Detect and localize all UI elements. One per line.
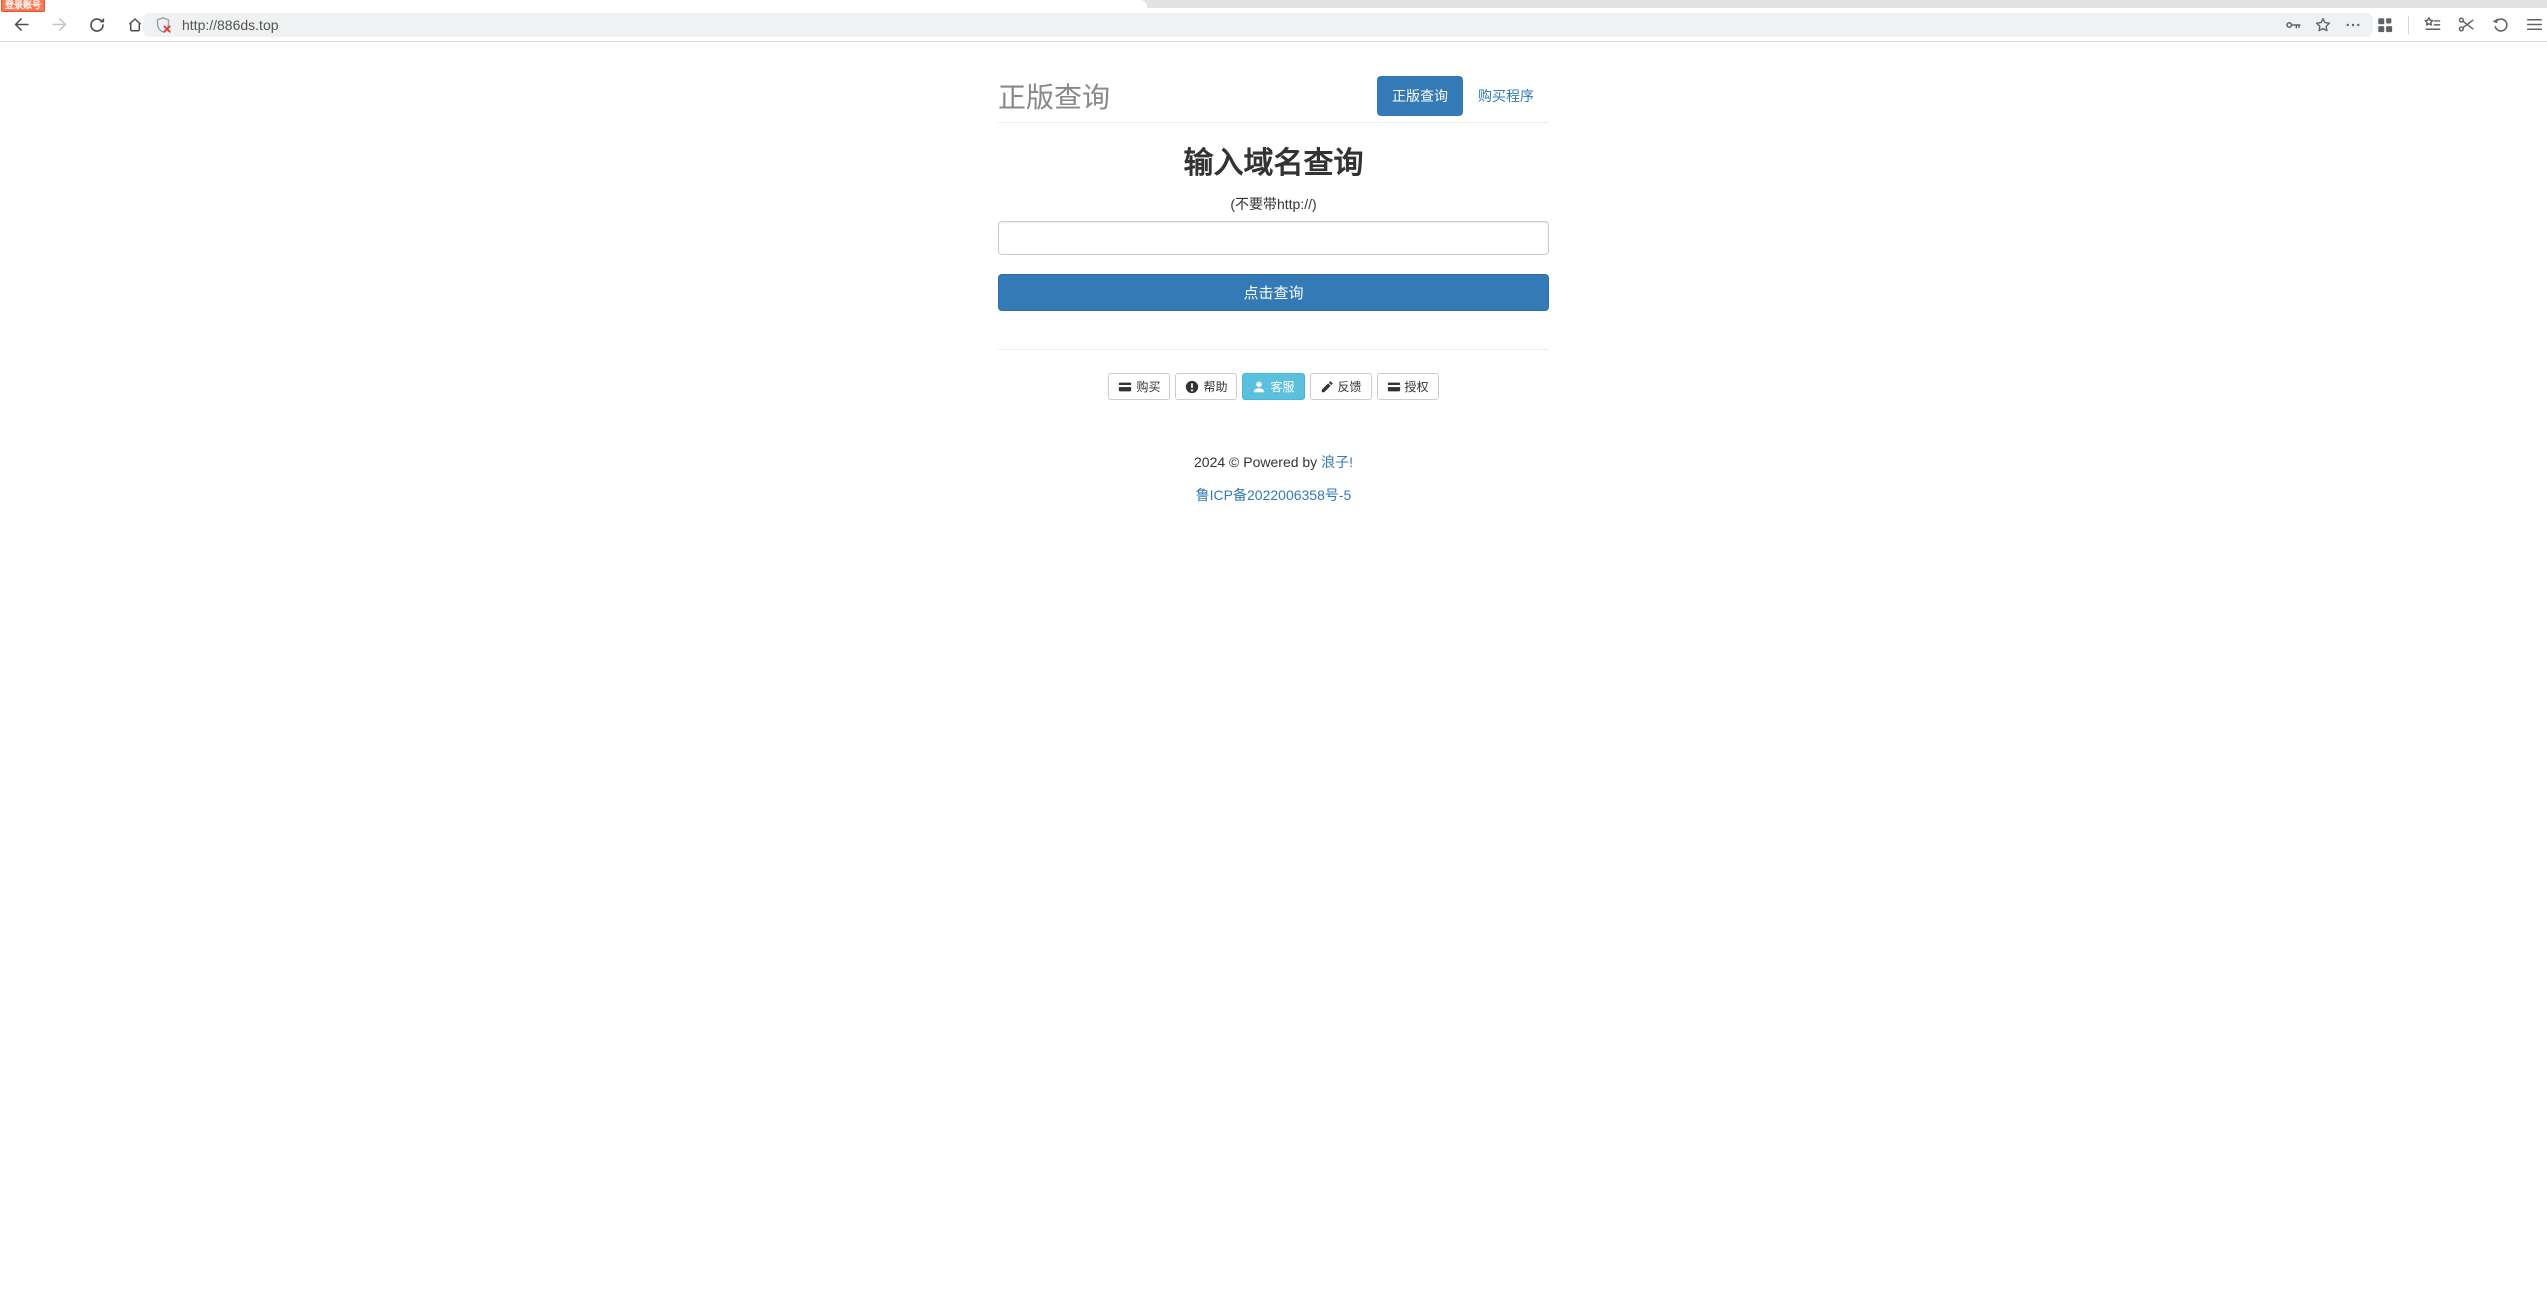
reload-icon[interactable] bbox=[86, 14, 108, 36]
undo-icon[interactable] bbox=[2489, 14, 2511, 36]
site-insecure-shield-icon[interactable] bbox=[152, 14, 174, 36]
credit-card-icon bbox=[1387, 380, 1401, 394]
login-account-badge[interactable]: 登录账号 bbox=[1, 0, 45, 12]
nav-pills: 正版查询 购买程序 bbox=[1377, 76, 1549, 116]
bookmark-star-icon[interactable] bbox=[2312, 14, 2334, 36]
author-link[interactable]: 浪子! bbox=[1321, 454, 1353, 470]
credit-card-icon bbox=[1118, 380, 1132, 394]
form-heading: 输入域名查询 bbox=[998, 138, 1549, 182]
buy-button[interactable]: 购买 bbox=[1108, 373, 1170, 400]
authorization-label: 授权 bbox=[1405, 378, 1429, 395]
more-options-icon[interactable] bbox=[2342, 14, 2364, 36]
authorization-button[interactable]: 授权 bbox=[1377, 373, 1439, 400]
customer-service-label: 客服 bbox=[1270, 378, 1294, 395]
browser-window: 登录账号 http://886ds.top bbox=[0, 0, 2547, 42]
tab-strip: 登录账号 bbox=[0, 0, 2547, 8]
help-button[interactable]: 帮助 bbox=[1175, 373, 1237, 400]
url-text[interactable]: http://886ds.top bbox=[182, 17, 279, 33]
header-divider bbox=[998, 122, 1549, 123]
tab-genuine-query[interactable]: 正版查询 bbox=[1377, 76, 1463, 116]
page-header: 正版查询 正版查询 购买程序 bbox=[998, 76, 1549, 116]
footer-powered: 2024 © Powered by 浪子! bbox=[998, 452, 1549, 472]
page-content: 正版查询 正版查询 购买程序 输入域名查询 (不要带http://) 点击查询 … bbox=[0, 42, 2547, 505]
help-label: 帮助 bbox=[1203, 378, 1227, 395]
active-tab[interactable] bbox=[0, 0, 1147, 8]
form-hint: (不要带http://) bbox=[998, 194, 1549, 214]
address-bar[interactable]: http://886ds.top bbox=[143, 13, 2373, 37]
feedback-label: 反馈 bbox=[1338, 378, 1362, 395]
action-button-row: 购买 帮助 客服 反馈 bbox=[998, 373, 1549, 400]
password-key-icon[interactable] bbox=[2282, 14, 2304, 36]
pencil-icon bbox=[1320, 380, 1334, 394]
user-icon bbox=[1252, 380, 1266, 394]
apps-grid-icon[interactable] bbox=[2374, 14, 2396, 36]
exclamation-circle-icon bbox=[1185, 380, 1199, 394]
forward-icon[interactable] bbox=[48, 14, 70, 36]
back-icon[interactable] bbox=[10, 14, 32, 36]
icp-link[interactable]: 鲁ICP备2022006358号-5 bbox=[1196, 487, 1352, 503]
query-button[interactable]: 点击查询 bbox=[998, 274, 1549, 311]
toolbar-nav-buttons bbox=[10, 8, 146, 41]
tab-buy-program[interactable]: 购买程序 bbox=[1463, 76, 1549, 116]
toolbar-divider bbox=[2408, 16, 2409, 34]
domain-input[interactable] bbox=[998, 221, 1549, 255]
content-divider bbox=[998, 349, 1549, 350]
page-title: 正版查询 bbox=[998, 76, 1110, 116]
buy-label: 购买 bbox=[1136, 378, 1160, 395]
main-container: 正版查询 正版查询 购买程序 输入域名查询 (不要带http://) 点击查询 … bbox=[998, 76, 1549, 505]
screenshot-scissors-icon[interactable] bbox=[2455, 14, 2477, 36]
browser-toolbar: http://886ds.top bbox=[0, 8, 2547, 41]
feedback-button[interactable]: 反馈 bbox=[1310, 373, 1372, 400]
menu-icon[interactable] bbox=[2523, 14, 2545, 36]
favorites-list-icon[interactable] bbox=[2421, 14, 2443, 36]
powered-text: 2024 © Powered by bbox=[1194, 454, 1321, 470]
footer-icp: 鲁ICP备2022006358号-5 bbox=[998, 485, 1549, 505]
toolbar-right-buttons bbox=[2374, 8, 2545, 41]
customer-service-button[interactable]: 客服 bbox=[1242, 373, 1304, 400]
